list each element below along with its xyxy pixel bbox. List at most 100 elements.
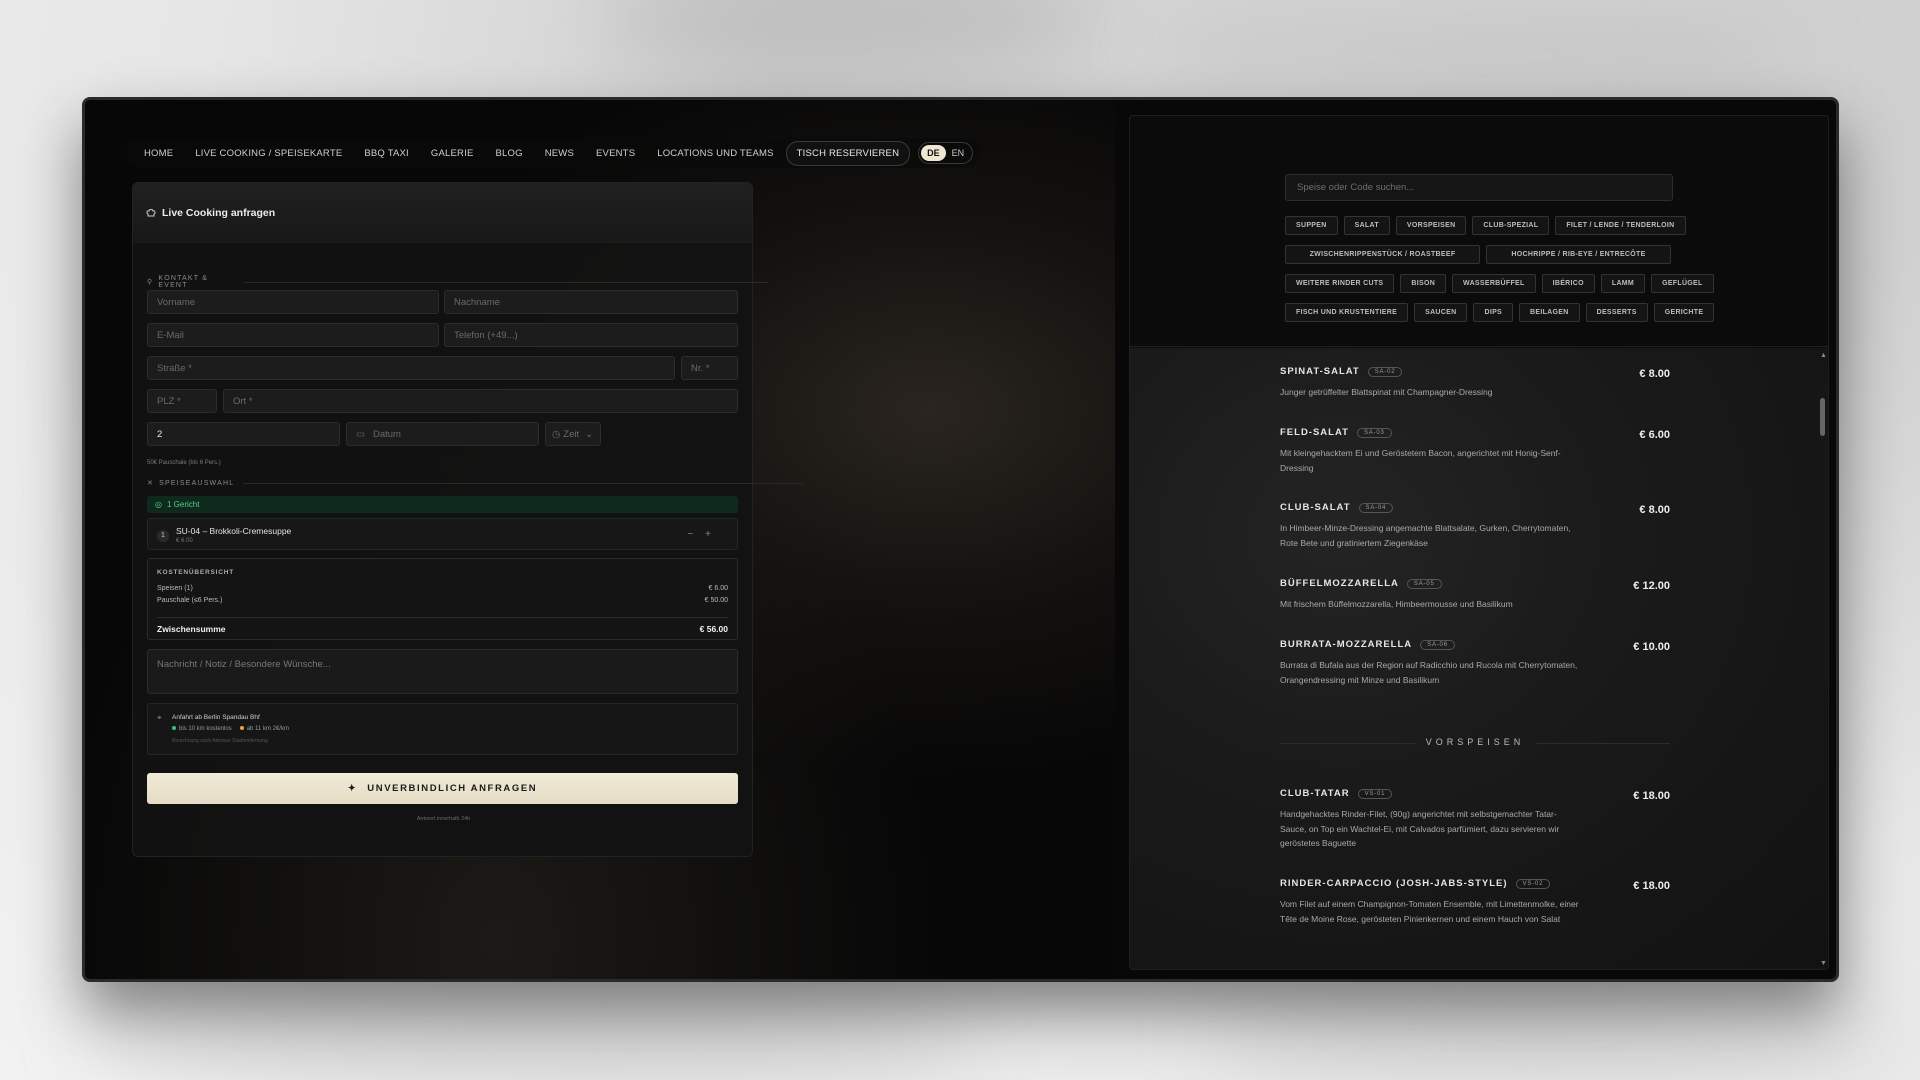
menu-filter-area: Speise oder Code suchen... SUPPEN SALAT …	[1130, 116, 1828, 347]
calendar-icon: ▭	[356, 428, 365, 440]
item-code: VS-02	[1515, 878, 1551, 889]
menu-item[interactable]: BURRATA-MOZZARELLA SA-06 € 10.00 Burrata …	[1280, 639, 1670, 687]
clock-icon: ◷	[552, 428, 561, 440]
item-price: € 18.00	[1633, 880, 1670, 892]
nav-galerie[interactable]: GALERIE	[421, 142, 484, 165]
house-number-input[interactable]: Nr. *	[681, 356, 738, 380]
nav-bbq-taxi[interactable]: BBQ TAXI	[354, 142, 419, 165]
menu-scrollbar[interactable]: ▲ ▼	[1820, 352, 1827, 967]
category-chip[interactable]: VORSPEISEN	[1395, 216, 1467, 235]
nav-live-cooking[interactable]: LIVE COOKING / SPEISEKARTE	[185, 142, 352, 165]
city-input[interactable]: Ort *	[223, 389, 738, 413]
zip-input[interactable]: PLZ *	[147, 389, 217, 413]
increase-button[interactable]: +	[705, 529, 723, 540]
location-pin-icon: ⌖	[157, 713, 162, 722]
category-chip[interactable]: FISCH UND KRUSTENTIERE	[1285, 303, 1409, 322]
category-chip[interactable]: GEFLÜGEL	[1651, 274, 1714, 293]
cost-row: Pauschale (≤6 Pers.) € 50.00	[157, 597, 728, 604]
item-price: € 6.00	[1639, 429, 1670, 441]
menu-item[interactable]: FELD-SALAT SA-03 € 6.00 Mit kleingehackte…	[1280, 427, 1670, 475]
menu-list[interactable]: ▲ ▼ SPINAT-SALAT SA-02 € 8.00 Junger getr…	[1130, 348, 1828, 969]
submit-hint: Antwort innerhalb 24h	[416, 816, 471, 822]
dish-name: SU-04 – Brokkoli-Cremesuppe	[176, 526, 292, 536]
item-description: Mit kleingehacktem Ei und Geröstetem Bac…	[1280, 448, 1561, 473]
item-code: SA-06	[1420, 639, 1455, 650]
lang-en[interactable]: EN	[946, 145, 971, 161]
item-name: CLUB-SALAT	[1280, 502, 1351, 513]
item-price: € 10.00	[1633, 641, 1670, 653]
item-name: CLUB-TATAR	[1280, 788, 1350, 799]
time-select[interactable]: ◷ Zeit ⌄	[545, 422, 601, 446]
lastname-input[interactable]: Nachname	[444, 290, 738, 314]
selected-dish-row: 1 SU-04 – Brokkoli-Cremesuppe € 6.00 −+	[147, 518, 738, 550]
category-chip[interactable]: BEILAGEN	[1519, 303, 1580, 322]
section-heading-vorspeisen: VORSPEISEN	[1280, 737, 1670, 747]
section-menu-label: SPEISEAUSWAHL	[159, 479, 235, 487]
item-description: Burrata di Bufala aus der Region auf Rad…	[1280, 660, 1578, 685]
persons-input[interactable]: 2	[147, 422, 340, 446]
submit-label: UNVERBINDLICH ANFRAGEN	[367, 783, 538, 794]
street-input[interactable]: Straße *	[147, 356, 675, 380]
cost-row-value: € 6.00	[708, 585, 728, 592]
category-chip[interactable]: SAUCEN	[1414, 303, 1468, 322]
category-chip[interactable]: WEITERE RINDER CUTS	[1285, 274, 1395, 293]
item-code: SA-03	[1356, 427, 1392, 438]
category-chip[interactable]: CLUB-SPEZIAL	[1472, 216, 1550, 235]
app-window: HOME LIVE COOKING / SPEISEKARTE BBQ TAXI…	[82, 97, 1839, 982]
form-title: Live Cooking anfragen	[162, 206, 276, 219]
category-chip[interactable]: SALAT	[1343, 216, 1390, 235]
item-description: In Himbeer-Minze-Dressing angemachte Bla…	[1280, 523, 1571, 548]
category-chip[interactable]: DESSERTS	[1585, 303, 1648, 322]
check-circle-icon: ◎	[155, 500, 162, 509]
category-chip[interactable]: SUPPEN	[1285, 216, 1338, 235]
category-chip[interactable]: GERICHTE	[1653, 303, 1715, 322]
decrease-button[interactable]: −	[687, 529, 705, 540]
menu-item[interactable]: RINDER-CARPACCIO (JOSH-JABS-STYLE) VS-02 …	[1280, 878, 1670, 926]
travel-title: Anfahrt ab Berlin Spandau Bhf	[172, 714, 260, 721]
nav-news[interactable]: NEWS	[535, 142, 584, 165]
menu-item[interactable]: CLUB-TATAR VS-01 € 18.00 Handgehacktes Ri…	[1280, 788, 1670, 851]
submit-request-button[interactable]: ✦ UNVERBINDLICH ANFRAGEN	[147, 773, 738, 804]
nav-home[interactable]: HOME	[134, 142, 183, 165]
item-name: BÜFFELMOZZARELLA	[1280, 578, 1399, 589]
menu-item[interactable]: CLUB-SALAT SA-04 € 8.00 In Himbeer-Minze-…	[1280, 502, 1670, 550]
language-switch: DE EN	[918, 142, 974, 164]
section-contact-label: KONTAKT & EVENT	[158, 275, 209, 289]
lang-de[interactable]: DE	[921, 145, 946, 161]
section-menu: ✕ SPEISEAUSWAHL	[147, 479, 803, 488]
date-placeholder: Datum	[372, 428, 401, 440]
cost-summary: KOSTENÜBERSICHT Speisen (1) € 6.00 Pausc…	[147, 558, 738, 640]
dish-quantity-controls: −+	[687, 529, 723, 540]
main-nav: HOME LIVE COOKING / SPEISEKARTE BBQ TAXI…	[126, 138, 982, 168]
category-chip[interactable]: WASSERBÜFFEL	[1452, 274, 1536, 293]
category-chip[interactable]: BISON	[1400, 274, 1447, 293]
date-input[interactable]: ▭ Datum	[346, 422, 539, 446]
chef-hat-icon	[146, 208, 156, 216]
category-chip[interactable]: DIPS	[1473, 303, 1514, 322]
scroll-down-icon[interactable]: ▼	[1820, 960, 1827, 967]
email-input[interactable]: E-Mail	[147, 323, 439, 347]
nav-locations[interactable]: LOCATIONS UND TEAMS	[647, 142, 783, 165]
menu-item[interactable]: BÜFFELMOZZARELLA SA-05 € 12.00 Mit frisch…	[1280, 578, 1670, 612]
nav-blog[interactable]: BLOG	[486, 142, 533, 165]
phone-input[interactable]: Telefon (+49...)	[444, 323, 738, 347]
item-price: € 18.00	[1633, 790, 1670, 802]
nav-events[interactable]: EVENTS	[586, 142, 645, 165]
category-chip[interactable]: HOCHRIPPE / RIB-EYE / ENTRECÔTE	[1486, 245, 1671, 264]
firstname-input[interactable]: Vorname	[147, 290, 439, 314]
category-chip[interactable]: ZWISCHENRIPPENSTÜCK / ROASTBEEF	[1285, 245, 1480, 264]
cutlery-icon: ✕	[147, 480, 155, 487]
category-chip[interactable]: LAMM	[1600, 274, 1646, 293]
reserve-table-button[interactable]: TISCH RESERVIEREN	[785, 140, 911, 166]
item-description: Vom Filet auf einem Champignon-Tomaten E…	[1280, 899, 1579, 924]
travel-paid: ab 11 km 2€/km	[239, 726, 289, 732]
travel-rates: bis 10 km kostenlos ab 11 km 2€/km	[172, 726, 289, 732]
category-chip[interactable]: FILET / LENDE / TENDERLOIN	[1555, 216, 1686, 235]
menu-item[interactable]: SPINAT-SALAT SA-02 € 8.00 Junger getrüffe…	[1280, 366, 1670, 400]
scroll-up-icon[interactable]: ▲	[1820, 352, 1827, 359]
user-icon: ⚲	[147, 279, 154, 286]
menu-search-input[interactable]: Speise oder Code suchen...	[1285, 174, 1673, 201]
scroll-thumb[interactable]	[1820, 398, 1825, 436]
message-textarea[interactable]: Nachricht / Notiz / Besondere Wünsche...	[147, 649, 738, 694]
category-chip[interactable]: IBÉRICO	[1541, 274, 1595, 293]
